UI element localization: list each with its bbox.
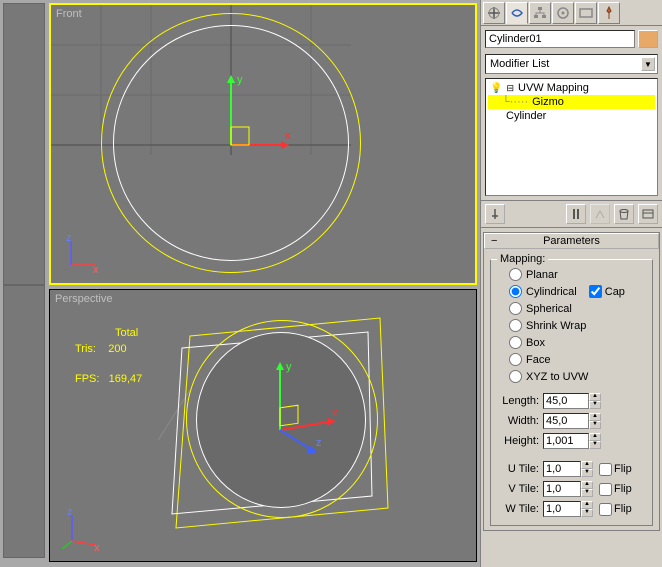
length-spin-down[interactable]: ▼ (589, 401, 601, 409)
tab-motion[interactable] (552, 2, 574, 24)
utile-label: U Tile: (495, 463, 539, 475)
axis-tripod: z x (63, 235, 103, 275)
transform-gizmo-persp[interactable]: x y z (250, 350, 360, 470)
width-label: Width: (495, 415, 539, 427)
viewport-label-perspective: Perspective (55, 293, 112, 305)
mapping-group-title: Mapping: (497, 253, 548, 265)
svg-text:z: z (67, 509, 73, 518)
svg-text:z: z (316, 437, 322, 449)
modifier-list-label: Modifier List (490, 58, 549, 70)
utile-spin-down[interactable]: ▼ (581, 469, 593, 477)
height-input[interactable] (543, 433, 589, 449)
width-spin-up[interactable]: ▲ (589, 413, 601, 421)
tab-create[interactable] (483, 2, 505, 24)
radio-box[interactable] (509, 336, 522, 349)
height-label: Height: (495, 435, 539, 447)
utile-input[interactable] (543, 461, 581, 477)
parameters-rollout: − Parameters Mapping: Planar Cylindrical… (483, 232, 660, 531)
stats-total: Total (75, 325, 142, 341)
show-end-result-button[interactable] (566, 204, 586, 224)
object-name-input[interactable] (485, 30, 635, 48)
viewport-stats: Total Tris: 200 FPS: 169,47 (75, 325, 142, 387)
viewport-front[interactable]: Front x y (49, 3, 477, 285)
configure-sets-button[interactable] (638, 204, 658, 224)
svg-text:y: y (286, 361, 292, 373)
radio-shrinkwrap[interactable] (509, 319, 522, 332)
viewport-left-strip (3, 3, 45, 285)
height-spin-up[interactable]: ▲ (589, 433, 601, 441)
viewport-left-strip-2 (3, 285, 45, 558)
dropdown-arrow-icon: ▼ (641, 57, 655, 71)
svg-text:y: y (237, 74, 243, 86)
pin-stack-button[interactable] (485, 204, 505, 224)
lightbulb-icon: 💡 (490, 83, 502, 94)
svg-text:x: x (332, 407, 338, 419)
wtile-spin-up[interactable]: ▲ (581, 501, 593, 509)
utile-spin-up[interactable]: ▲ (581, 461, 593, 469)
vtile-label: V Tile: (495, 483, 539, 495)
svg-text:x: x (94, 542, 100, 553)
tab-utilities[interactable] (598, 2, 620, 24)
width-input[interactable] (543, 413, 589, 429)
stack-item-uvw[interactable]: 💡 ⊟ UVW Mapping (488, 81, 655, 95)
collapse-icon[interactable]: ⊟ (506, 83, 514, 94)
height-spin-down[interactable]: ▼ (589, 441, 601, 449)
viewport-area: Front x y (3, 3, 477, 564)
width-spin-down[interactable]: ▼ (589, 421, 601, 429)
stack-item-gizmo[interactable]: └····· Gizmo (488, 95, 655, 109)
length-spin-up[interactable]: ▲ (589, 393, 601, 401)
transform-gizmo[interactable]: x y (201, 65, 291, 165)
viewport-label-front: Front (56, 8, 82, 20)
rollout-header[interactable]: − Parameters (484, 233, 659, 249)
radio-face[interactable] (509, 353, 522, 366)
wtile-input[interactable] (543, 501, 581, 517)
radio-cylindrical[interactable] (509, 285, 522, 298)
wtile-label: W Tile: (495, 503, 539, 515)
svg-text:z: z (66, 235, 72, 244)
wtile-flip-checkbox[interactable] (599, 503, 612, 516)
object-color-swatch[interactable] (638, 30, 658, 48)
modifier-list-dropdown[interactable]: Modifier List ▼ (485, 54, 658, 74)
radio-xyz[interactable] (509, 370, 522, 383)
command-panel: Modifier List ▼ 💡 ⊟ UVW Mapping └····· G… (480, 0, 662, 567)
axis-tripod-persp: z x (62, 509, 106, 553)
wtile-spin-down[interactable]: ▼ (581, 509, 593, 517)
stack-item-cylinder[interactable]: Cylinder (488, 109, 655, 123)
tab-hierarchy[interactable] (529, 2, 551, 24)
vtile-spin-up[interactable]: ▲ (581, 481, 593, 489)
length-input[interactable] (543, 393, 589, 409)
vtile-spin-down[interactable]: ▼ (581, 489, 593, 497)
mapping-group: Mapping: Planar Cylindrical Cap Spherica… (490, 259, 653, 526)
make-unique-button[interactable] (590, 204, 610, 224)
rollout-collapse-icon: − (491, 235, 497, 247)
radio-spherical[interactable] (509, 302, 522, 315)
vtile-flip-checkbox[interactable] (599, 483, 612, 496)
stack-toolbar (481, 200, 662, 228)
remove-modifier-button[interactable] (614, 204, 634, 224)
tab-display[interactable] (575, 2, 597, 24)
svg-text:x: x (93, 264, 99, 275)
svg-text:x: x (285, 130, 291, 142)
utile-flip-checkbox[interactable] (599, 463, 612, 476)
command-panel-tabs (481, 0, 662, 26)
radio-planar[interactable] (509, 268, 522, 281)
tab-modify[interactable] (506, 2, 528, 24)
checkbox-cap[interactable] (589, 285, 602, 298)
viewport-perspective[interactable]: Perspective Total Tris: 200 FPS: 169,47 (49, 289, 477, 562)
length-label: Length: (495, 395, 539, 407)
tree-branch-icon: └····· (502, 96, 528, 108)
vtile-input[interactable] (543, 481, 581, 497)
modifier-stack[interactable]: 💡 ⊟ UVW Mapping └····· Gizmo Cylinder (485, 78, 658, 196)
